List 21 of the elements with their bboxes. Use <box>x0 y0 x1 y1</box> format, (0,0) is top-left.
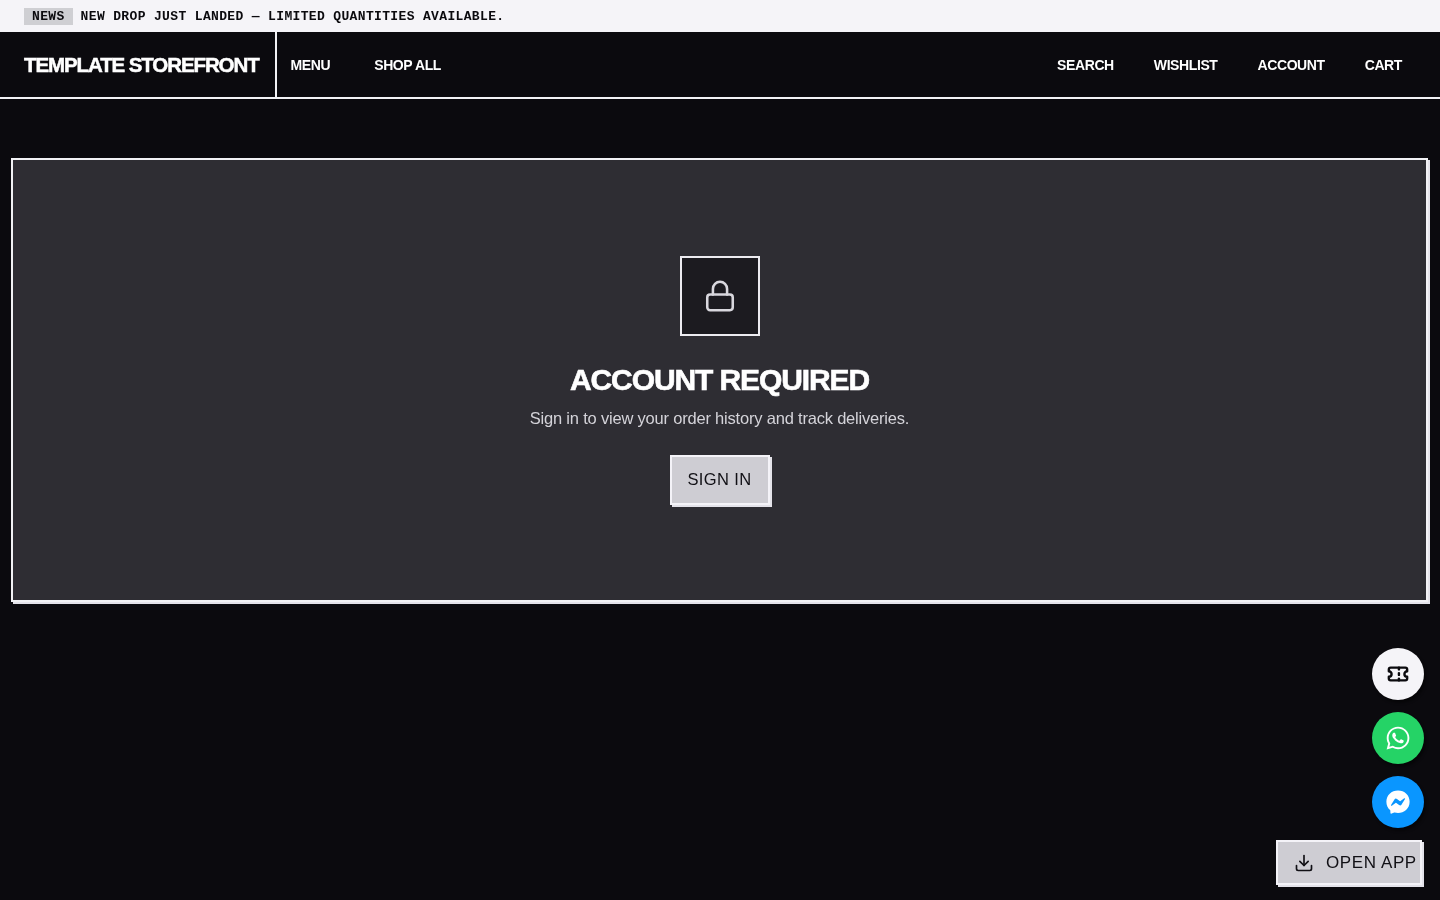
nav-link[interactable]: SHOP ALL <box>374 56 442 73</box>
download-icon <box>1294 852 1314 873</box>
messenger-icon <box>1386 790 1410 814</box>
ticket-icon <box>1387 663 1409 685</box>
store-logo[interactable]: TEMPLATE STOREFRONT <box>0 32 277 97</box>
coupon-button[interactable] <box>1372 648 1424 700</box>
nav-link[interactable]: ACCOUNT <box>1257 56 1325 73</box>
nav-link[interactable]: WISHLIST <box>1153 56 1218 73</box>
sign-in-button[interactable]: SIGN IN <box>669 454 770 505</box>
nav-link[interactable]: SEARCH <box>1057 56 1114 73</box>
notice-message: Sign in to view your order history and track deliveries. <box>529 407 910 429</box>
notice-title: ACCOUNT REQUIRED <box>569 361 870 398</box>
open-app-button[interactable]: OPEN APP <box>1276 840 1422 885</box>
announcement-text: NEW DROP JUST LANDED — LIMITED QUANTITIES AVAILABLE. <box>80 8 505 24</box>
whatsapp-button[interactable] <box>1372 712 1424 764</box>
news-badge: NEWS <box>24 7 73 25</box>
nav-link[interactable]: CART <box>1364 56 1402 73</box>
lock-icon <box>679 255 760 336</box>
messenger-button[interactable] <box>1372 776 1424 828</box>
whatsapp-icon <box>1385 725 1411 751</box>
nav-link[interactable]: MENU <box>290 56 331 73</box>
